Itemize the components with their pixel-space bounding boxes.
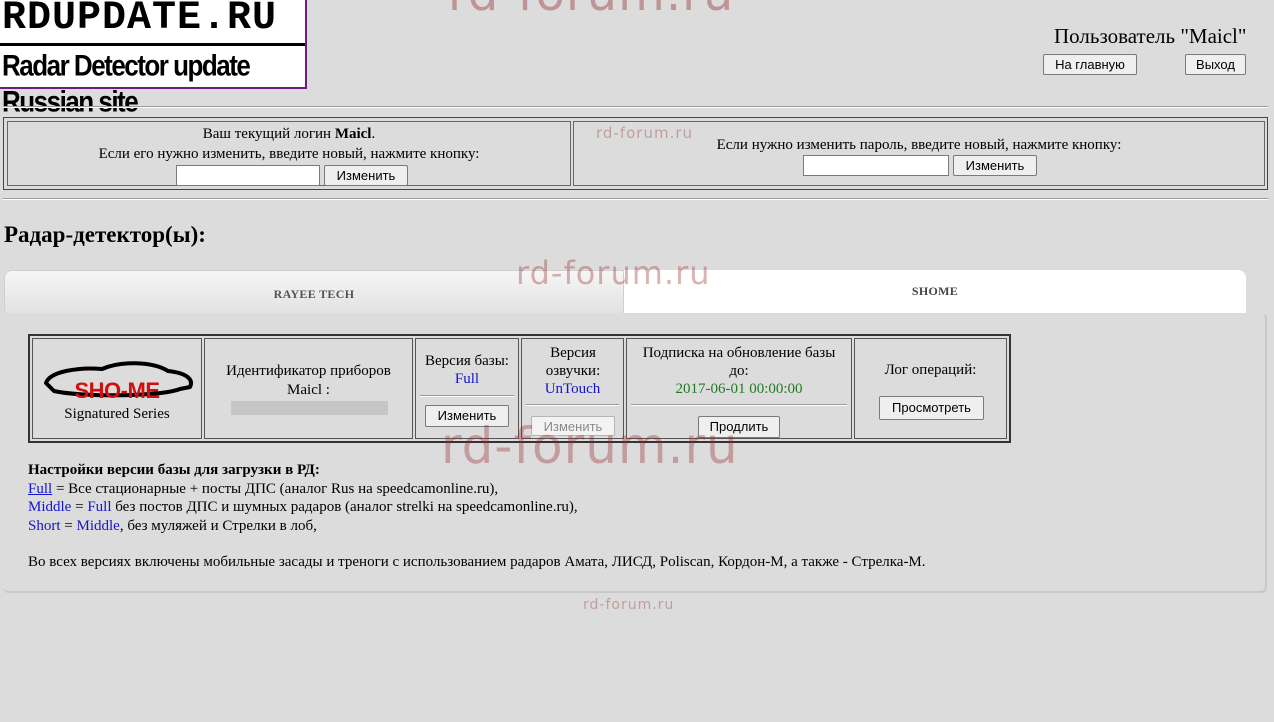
login-instructions: Если его нужно изменить, введите новый, … <box>98 146 480 162</box>
brand-series-text: Signatured Series <box>64 406 170 422</box>
current-login-text: Ваш текущий логин Maicl. <box>202 126 376 142</box>
identifier-label: Идентификатор приборов <box>226 363 391 379</box>
watermark-login: rd-forum.ru <box>596 124 694 142</box>
subscription-date: 2017-06-01 00:00:00 <box>675 381 803 397</box>
subscription-label: Подписка на обновление базы до: <box>642 345 836 379</box>
short-key: Short <box>28 517 61 534</box>
db-version-label: Версия базы: <box>425 353 509 369</box>
voice-version-label: Версия озвучки: <box>545 345 601 379</box>
brand-cell: SHO-ME Signatured Series <box>32 338 202 439</box>
subscription-separator <box>631 404 847 406</box>
logo-divider <box>0 43 305 46</box>
settings-short-line: Short = Middle, без муляжей и Стрелки в … <box>28 517 317 534</box>
identifier-redacted <box>231 401 388 415</box>
middle-ref: Full <box>87 499 112 515</box>
short-ref: Middle <box>76 517 120 534</box>
settings-note: Во всех версиях включены мобильные засад… <box>28 554 926 570</box>
logout-button[interactable]: Выход <box>1185 54 1246 75</box>
section-title: Радар-детектор(ы): <box>4 222 206 247</box>
brand-logo-text: SHO-ME <box>74 378 161 403</box>
change-password-button[interactable]: Изменить <box>953 155 1037 176</box>
watermark-top: rd-forum.ru <box>448 0 734 22</box>
home-button[interactable]: На главную <box>1043 54 1137 75</box>
voice-version-value: UnTouch <box>544 381 601 397</box>
db-version-separator <box>420 395 514 397</box>
watermark-tabs: rd-forum.ru <box>516 254 711 292</box>
settings-spacer <box>28 535 1228 553</box>
voice-version-separator <box>526 404 619 406</box>
password-input[interactable] <box>803 155 949 176</box>
watermark-bottom: rd-forum.ru <box>583 597 675 613</box>
db-version-value: Full <box>454 371 480 387</box>
tab-shome[interactable]: SHOME <box>624 270 1246 314</box>
settings-middle-line: Middle = Full без постов ДПС и шумных ра… <box>28 499 578 515</box>
logo-title: RDUPDATE.RU <box>2 0 278 41</box>
login-input[interactable] <box>176 165 320 186</box>
view-log-button[interactable]: Просмотреть <box>879 396 984 420</box>
settings-heading: Настройки версии базы для загрузки в РД: <box>28 462 320 478</box>
middle-key: Middle <box>28 499 72 515</box>
identifier-user: Maicl : <box>287 382 330 398</box>
user-label: Пользователь "Maicl" <box>1054 24 1247 48</box>
site-logo[interactable]: RDUPDATE.RU Radar Detector update Russia… <box>0 0 307 118</box>
divider-bottom <box>3 198 1268 200</box>
current-login-name: Maicl <box>334 126 372 142</box>
divider-top <box>3 106 1268 108</box>
login-cell: Ваш текущий логин Maicl. Если его нужно … <box>7 121 571 186</box>
identifier-cell: Идентификатор приборов Maicl : <box>204 338 413 439</box>
change-login-button[interactable]: Изменить <box>324 165 408 186</box>
log-label: Лог операций: <box>884 362 977 378</box>
log-cell: Лог операций: Просмотреть <box>854 338 1007 439</box>
settings-full-line: Full = Все стационарные + посты ДПС (ана… <box>28 480 499 497</box>
full-link[interactable]: Full <box>28 481 52 497</box>
settings-block: Настройки версии базы для загрузки в РД:… <box>28 461 1228 572</box>
logo-subtitle: Radar Detector update Russian site <box>2 48 251 119</box>
